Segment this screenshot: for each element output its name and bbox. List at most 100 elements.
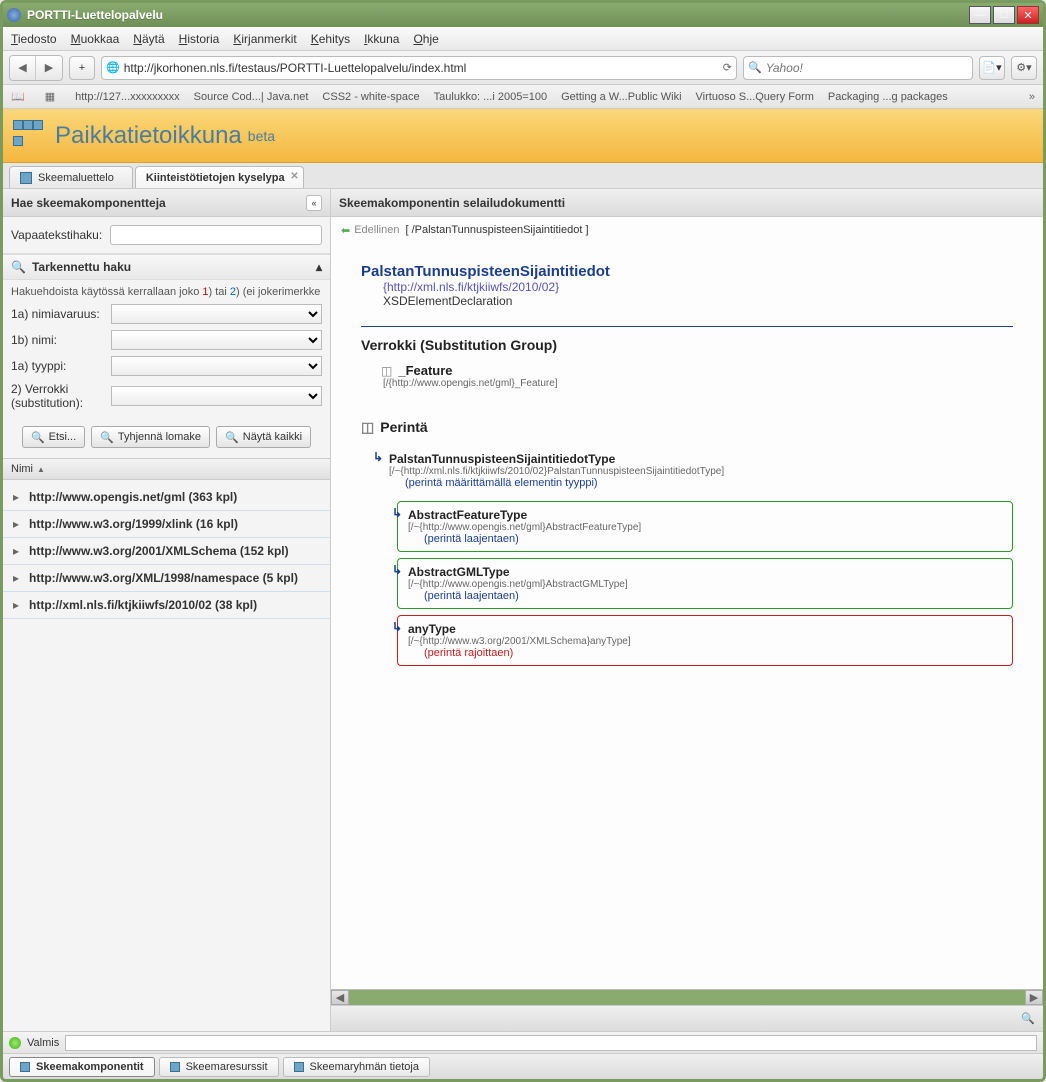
left-panel-title: Hae skeemakomponentteja	[11, 196, 166, 210]
app-icon	[7, 8, 21, 22]
bottom-tab-resources[interactable]: Skeemaresurssit	[159, 1057, 279, 1077]
status-ok-icon	[9, 1037, 21, 1049]
bookmark-item[interactable]: CSS2 - white-space	[322, 91, 419, 103]
grid-header-name[interactable]: Nimi	[11, 463, 33, 475]
tree-item[interactable]: ▸http://xml.nls.fi/ktjkiiwfs/2010/02 (38…	[3, 592, 330, 619]
menu-view[interactable]: Näytä	[133, 32, 164, 46]
show-all-button[interactable]: 🔍Näytä kaikki	[216, 426, 311, 448]
binoculars-icon: 🔍	[100, 431, 114, 444]
expand-icon[interactable]: ▸	[13, 490, 23, 504]
expand-icon[interactable]: ▸	[13, 517, 23, 531]
right-panel-title: Skeemakomponentin selailudokumentti	[339, 196, 565, 210]
element-namespace: {http://xml.nls.fi/ktjkiiwfs/2010/02}	[361, 280, 1013, 294]
tab-label: Skeemaluettelo	[38, 172, 114, 184]
expand-icon[interactable]: ▸	[13, 571, 23, 585]
search-button[interactable]: 🔍Etsi...	[22, 426, 85, 448]
bottom-tab-group-info[interactable]: Skeemaryhmän tietoja	[283, 1057, 430, 1077]
menu-develop[interactable]: Kehitys	[311, 32, 350, 46]
inherit-item[interactable]: ↳ AbstractFeatureType [/~{http://www.ope…	[397, 501, 1013, 552]
bookmarks-icon[interactable]: 📖	[11, 90, 25, 103]
bookmark-item[interactable]: http://127...xxxxxxxxx	[75, 91, 180, 103]
collapse-left-button[interactable]: «	[306, 195, 322, 211]
sort-asc-icon: ▲	[37, 465, 45, 474]
ns-label: 1a) nimiavaruus:	[11, 307, 111, 321]
arrow-left-icon: ⬅	[341, 224, 350, 237]
bookmark-item[interactable]: Source Cod...| Java.net	[194, 91, 309, 103]
binoculars-icon: 🔍	[31, 431, 45, 444]
tab-icon	[20, 1062, 30, 1072]
substitution-name[interactable]: _Feature	[398, 363, 452, 378]
scroll-right-icon[interactable]: ▶	[1025, 990, 1043, 1005]
back-button[interactable]: ◀	[10, 56, 36, 80]
binoculars-icon[interactable]: 🔍	[1021, 1012, 1035, 1025]
tab-icon	[294, 1062, 304, 1072]
inheritance-title: Perintä	[380, 419, 427, 435]
tree-item[interactable]: ▸http://www.w3.org/1999/xlink (16 kpl)	[3, 511, 330, 538]
type-select[interactable]	[111, 356, 322, 376]
expand-icon[interactable]: ▸	[13, 598, 23, 612]
collapse-advanced-button[interactable]: ▴	[316, 260, 322, 274]
menu-file[interactable]: Tiedosto	[11, 32, 57, 46]
tab-property-query[interactable]: Kiinteistötietojen kyselypa ✕	[135, 166, 304, 188]
maximize-button[interactable]: □	[993, 6, 1015, 24]
globe-icon: 🌐	[106, 61, 120, 74]
tab-icon	[170, 1062, 180, 1072]
tree-list[interactable]: ▸http://www.opengis.net/gml (363 kpl) ▸h…	[3, 480, 330, 1031]
window-title: PORTTI-Luettelopalvelu	[27, 8, 969, 22]
bookmark-item[interactable]: Packaging ...g packages	[828, 91, 948, 103]
bottom-tab-components[interactable]: Skeemakomponentit	[9, 1057, 155, 1077]
prev-link[interactable]: ⬅Edellinen	[341, 224, 399, 237]
tab-close-icon[interactable]: ✕	[290, 171, 298, 182]
scroll-left-icon[interactable]: ◀	[331, 990, 349, 1005]
tree-item[interactable]: ▸http://www.w3.org/2001/XMLSchema (152 k…	[3, 538, 330, 565]
tree-item[interactable]: ▸http://www.opengis.net/gml (363 kpl)	[3, 484, 330, 511]
arrow-down-right-icon: ↳	[392, 620, 402, 634]
bookmark-item[interactable]: Taulukko: ...i 2005=100	[434, 91, 547, 103]
freetext-label: Vapaatekstihaku:	[11, 228, 102, 242]
inherit-item[interactable]: ↳ PalstanTunnuspisteenSijaintitiedotType…	[379, 446, 1013, 495]
menu-window[interactable]: Ikkuna	[364, 32, 399, 46]
binoculars-icon: 🔍	[225, 431, 239, 444]
horizontal-scrollbar[interactable]: ◀ ▶	[331, 989, 1043, 1005]
settings-button[interactable]: ⚙▾	[1011, 56, 1037, 80]
url-bar[interactable]: 🌐 ⟳	[101, 56, 737, 80]
bookmark-item[interactable]: Getting a W...Public Wiki	[561, 91, 681, 103]
close-button[interactable]: ✕	[1017, 6, 1039, 24]
menu-edit[interactable]: Muokkaa	[71, 32, 120, 46]
menu-bookmarks[interactable]: Kirjanmerkit	[233, 32, 296, 46]
bookmarks-overflow-icon[interactable]: »	[1029, 91, 1035, 103]
clear-button[interactable]: 🔍Tyhjennä lomake	[91, 426, 210, 448]
add-tab-button[interactable]: +	[69, 56, 95, 80]
menu-help[interactable]: Ohje	[413, 32, 438, 46]
substitution-path: [/{http://www.opengis.net/gml}_Feature]	[381, 378, 1013, 389]
subst-select[interactable]	[111, 386, 322, 406]
menubar: Tiedosto Muokkaa Näytä Historia Kirjanme…	[3, 27, 1043, 51]
inherit-item[interactable]: ↳ anyType [/~{http://www.w3.org/2001/XML…	[397, 615, 1013, 666]
menu-history[interactable]: Historia	[179, 32, 220, 46]
search-input[interactable]	[766, 61, 968, 75]
minimize-button[interactable]: —	[969, 6, 991, 24]
reload-icon[interactable]: ⟳	[723, 61, 732, 74]
freetext-input[interactable]	[110, 225, 322, 245]
tab-schema-list[interactable]: Skeemaluettelo	[9, 166, 133, 188]
cube-icon: ◫	[381, 364, 392, 378]
tree-item[interactable]: ▸http://www.w3.org/XML/1998/namespace (5…	[3, 565, 330, 592]
type-label: 1a) tyyppi:	[11, 359, 111, 373]
status-input[interactable]	[65, 1035, 1037, 1051]
url-input[interactable]	[124, 61, 719, 75]
search-bar[interactable]: 🔍	[743, 56, 973, 80]
search-icon: 🔍	[748, 61, 762, 74]
advanced-search-title: Tarkennettu haku	[32, 260, 131, 274]
inherit-item[interactable]: ↳ AbstractGMLType [/~{http://www.opengis…	[397, 558, 1013, 609]
name-select[interactable]	[111, 330, 322, 350]
expand-icon[interactable]: ▸	[13, 544, 23, 558]
binoculars-icon: 🔍	[11, 260, 26, 274]
tab-icon	[20, 172, 32, 184]
topsites-icon[interactable]: ▦	[45, 90, 55, 103]
arrow-down-right-icon: ↳	[373, 450, 383, 464]
ns-select[interactable]	[111, 304, 322, 324]
page-menu-button[interactable]: 📄▾	[979, 56, 1005, 80]
bookmark-item[interactable]: Virtuoso S...Query Form	[696, 91, 814, 103]
substitution-title: Verrokki (Substitution Group)	[361, 337, 1013, 353]
forward-button[interactable]: ▶	[36, 56, 62, 80]
